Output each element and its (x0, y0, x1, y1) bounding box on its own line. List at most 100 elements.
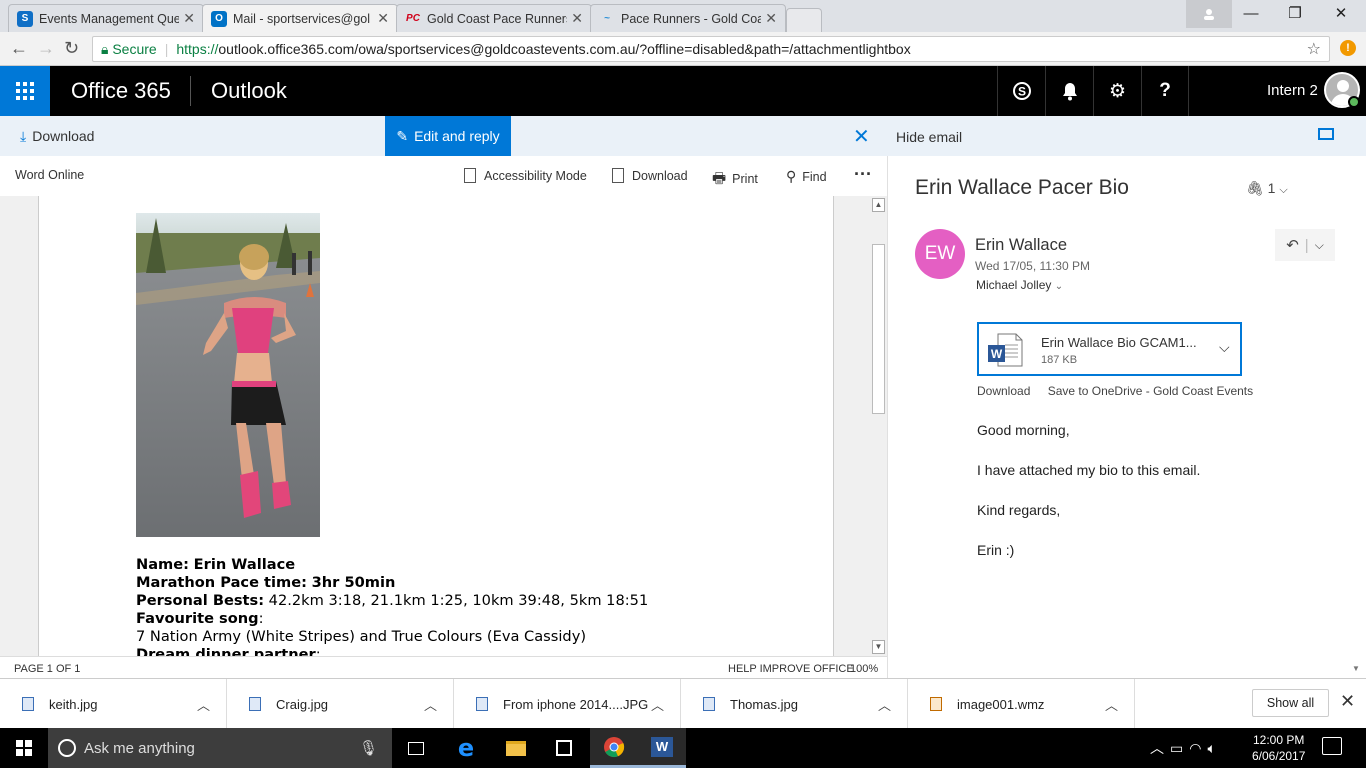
url-input[interactable]: 🔒︎ Secure | https://outlook.office365.co… (92, 36, 1330, 62)
show-all-downloads-button[interactable]: Show all (1252, 689, 1329, 717)
chrome-icon[interactable] (590, 728, 638, 768)
bookmark-star-icon[interactable]: ☆ (1307, 39, 1321, 59)
attachment-options-chevron-icon[interactable]: ⌵ (1219, 339, 1230, 356)
close-tab-icon[interactable]: ✕ (377, 10, 389, 27)
attachment-download-link[interactable]: Download (977, 384, 1030, 398)
bio-pb-line: Personal Bests: 42.2km 3:18, 21.1km 1:25… (136, 592, 648, 610)
find-button[interactable]: ⚲ Find (786, 168, 827, 185)
download-item[interactable]: Thomas.jpg ︿ (681, 679, 908, 729)
download-item[interactable]: Craig.jpg ︿ (227, 679, 454, 729)
forward-arrow-icon[interactable]: → (37, 38, 55, 59)
chevron-up-icon[interactable]: ︿ (424, 695, 437, 714)
email-reading-pane: Erin Wallace Pacer Bio 🖇︎ 1 ⌵ EW Erin Wa… (887, 156, 1366, 678)
recipient[interactable]: Michael Jolley ⌄ (976, 278, 1063, 292)
windows-start-icon[interactable] (0, 728, 48, 768)
battery-icon[interactable]: ▭ (1170, 740, 1189, 756)
action-center-icon[interactable] (1322, 737, 1342, 755)
chevron-up-icon[interactable]: ︿ (1150, 740, 1170, 756)
sender-name[interactable]: Erin Wallace (975, 236, 1067, 255)
help-improve-office-link[interactable]: HELP IMPROVE OFFICE (728, 663, 854, 675)
accessibility-mode-button[interactable]: Accessibility Mode (464, 168, 587, 183)
file-explorer-icon[interactable] (492, 728, 540, 768)
skype-icon[interactable]: S (997, 66, 1045, 116)
edit-and-reply-button[interactable]: ✎ Edit and reply (385, 116, 511, 156)
chevron-up-icon[interactable]: ︿ (651, 695, 664, 714)
close-downloads-bar-icon[interactable]: ✕ (1340, 691, 1355, 712)
volume-icon[interactable]: 🔈︎ (1207, 740, 1221, 756)
close-tab-icon[interactable]: ✕ (183, 10, 195, 27)
download-item[interactable]: keith.jpg ︿ (0, 679, 227, 729)
word-app-icon[interactable]: W (638, 728, 686, 768)
scroll-down-icon[interactable]: ▼ (872, 640, 885, 654)
image-file-icon (703, 697, 715, 711)
sender-avatar[interactable]: EW (915, 229, 965, 279)
attachment-count[interactable]: 🖇︎ 1 ⌵ (1246, 180, 1288, 197)
secure-indicator[interactable]: 🔒︎ Secure (101, 41, 157, 58)
print-button[interactable]: 🖶︎ Print (712, 168, 758, 193)
zoom-level[interactable]: 100% (850, 663, 878, 675)
bell-icon[interactable] (1045, 66, 1093, 116)
back-arrow-icon[interactable]: ← (10, 38, 28, 59)
popout-icon[interactable] (1318, 128, 1334, 140)
reply-button[interactable]: ↶ | ⌵ (1275, 229, 1335, 261)
browser-tab-3[interactable]: ~ Pace Runners - Gold Coa ✕ (590, 4, 786, 32)
outlook-title[interactable]: Outlook (211, 78, 287, 104)
tab-title: Mail - sportservices@gol (233, 11, 371, 26)
chevron-up-icon[interactable]: ︿ (1105, 695, 1118, 714)
close-window-icon[interactable]: ✕ (1318, 0, 1364, 28)
browser-tab-1[interactable]: O Mail - sportservices@gol ✕ (202, 4, 398, 32)
more-options-icon[interactable]: ··· (854, 164, 872, 185)
scrollbar-thumb[interactable] (872, 244, 885, 414)
pane-scroll-down-icon[interactable]: ▼ (1352, 664, 1360, 673)
app-launcher-icon[interactable] (0, 66, 50, 116)
close-tab-icon[interactable]: ✕ (765, 10, 777, 27)
attachment-actions: Download Save to OneDrive - Gold Coast E… (977, 384, 1253, 398)
user-name[interactable]: Intern 2 (1267, 82, 1318, 99)
reply-options-chevron-icon[interactable]: ⌵ (1315, 238, 1324, 253)
attachment-size: 187 KB (1041, 354, 1078, 366)
wifi-icon[interactable]: ◠ (1189, 740, 1207, 756)
close-viewer-icon[interactable]: ✕ (853, 124, 870, 149)
hide-email-button[interactable]: Hide email (896, 129, 962, 145)
office-365-title[interactable]: Office 365 (71, 78, 171, 104)
scroll-up-icon[interactable]: ▲ (872, 198, 885, 212)
browser-tab-2[interactable]: PC Gold Coast Pace Runners ✕ (396, 4, 592, 32)
office-header: Office 365 Outlook S ⚙︎ ? Intern 2 (0, 66, 1366, 116)
system-clock[interactable]: 12:00 PM 6/06/2017 (1252, 732, 1305, 764)
store-icon[interactable] (540, 728, 588, 768)
body-line: Erin :) (977, 542, 1015, 558)
user-profile-icon[interactable] (1186, 0, 1232, 28)
browser-tab-0[interactable]: S Events Management Que ✕ (8, 4, 204, 32)
chevron-up-icon[interactable]: ︿ (197, 695, 210, 714)
minimize-icon[interactable]: — (1228, 0, 1274, 28)
word-download-button[interactable]: Download (612, 168, 688, 183)
new-tab-button[interactable] (786, 8, 822, 32)
download-button[interactable]: ⤓ Download (20, 128, 94, 145)
system-tray[interactable]: ︿▭◠🔈︎ (1150, 738, 1222, 758)
paperclip-icon: 🖇︎ (1246, 180, 1264, 196)
edge-icon[interactable]: e (442, 728, 490, 768)
document-canvas[interactable]: Name: Erin Wallace Marathon Pace time: 3… (0, 196, 887, 656)
task-view-icon[interactable] (392, 728, 440, 768)
svg-text:W: W (991, 347, 1003, 361)
restore-icon[interactable]: ❐ (1272, 0, 1318, 28)
microphone-icon[interactable]: 🎙︎ (359, 739, 378, 757)
clock-date: 6/06/2017 (1252, 749, 1306, 763)
attachment-card[interactable]: W Erin Wallace Bio GCAM1... 187 KB ⌵ (977, 322, 1242, 376)
command-bar: ⤓ Download ✎ Edit and reply ✕ Hide email (0, 116, 1366, 156)
chrome-update-icon[interactable]: ! (1340, 40, 1356, 56)
expand-recipients-icon[interactable]: ⌄ (1055, 281, 1063, 292)
chevron-up-icon[interactable]: ︿ (878, 695, 891, 714)
download-item[interactable]: image001.wmz ︿ (908, 679, 1135, 729)
save-to-onedrive-link[interactable]: Save to OneDrive - Gold Coast Events (1048, 384, 1253, 398)
word-viewer: Word Online Accessibility Mode Download … (0, 156, 887, 678)
help-icon[interactable]: ? (1141, 66, 1189, 116)
reload-icon[interactable]: ↻ (64, 38, 79, 59)
tab-title: Gold Coast Pace Runners (427, 11, 568, 26)
close-tab-icon[interactable]: ✕ (571, 10, 583, 27)
gear-icon[interactable]: ⚙︎ (1093, 66, 1141, 116)
document-scrollbar[interactable]: ▲ ▼ (870, 196, 887, 656)
download-doc-icon (612, 168, 624, 183)
download-item[interactable]: From iphone 2014....JPG ︿ (454, 679, 681, 729)
cortana-search-box[interactable]: Ask me anything 🎙︎ (48, 728, 392, 768)
